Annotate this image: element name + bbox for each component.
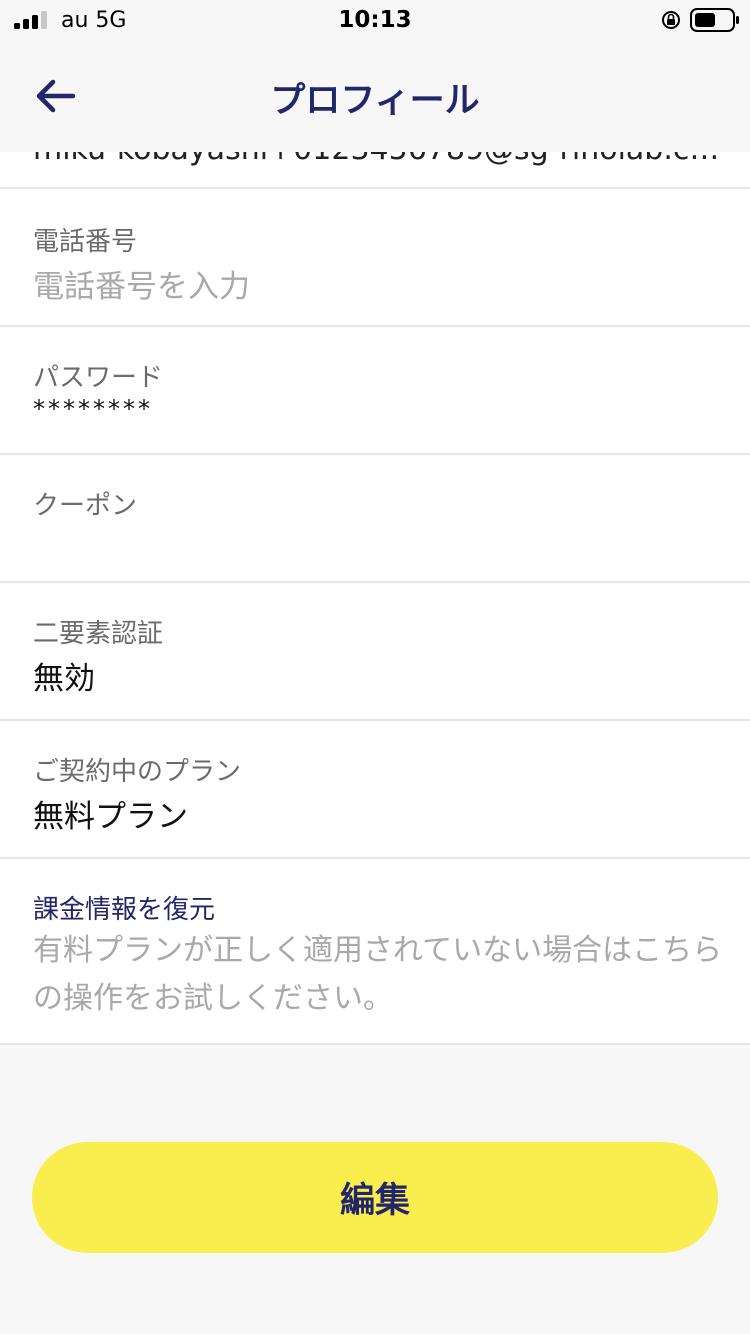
battery-icon [690, 8, 739, 32]
plan-value: 無料プラン [33, 799, 188, 835]
orientation-lock-icon [662, 11, 680, 29]
coupon-label: クーポン [33, 491, 138, 521]
phone-row[interactable]: 電話番号 電話番号を入力 [0, 189, 750, 327]
password-label: パスワード [33, 363, 164, 393]
plan-label: ご契約中のプラン [33, 757, 242, 787]
phone-label: 電話番号 [33, 227, 138, 257]
coupon-row[interactable]: クーポン [0, 455, 750, 583]
two-factor-value: 無効 [33, 661, 95, 697]
restore-purchase-link[interactable]: 課金情報を復元 [33, 889, 215, 926]
page-title: プロフィール [270, 81, 480, 121]
restore-row[interactable]: 課金情報を復元 有料プランが正しく適用されていない場合はこちらの操作をお試しくだ… [0, 859, 750, 1045]
edit-button[interactable]: 編集 [32, 1142, 718, 1253]
password-value: ******** [33, 395, 153, 423]
plan-row: ご契約中のプラン 無料プラン [0, 721, 750, 859]
clock: 10:13 [338, 7, 412, 33]
password-row[interactable]: パスワード ******** [0, 327, 750, 455]
phone-placeholder: 電話番号を入力 [33, 269, 250, 305]
two-factor-label: 二要素認証 [33, 619, 164, 649]
edit-button-label: 編集 [339, 1181, 410, 1221]
nav-bar: プロフィール [0, 40, 750, 152]
two-factor-row[interactable]: 二要素認証 無効 [0, 583, 750, 721]
profile-list: miku-kobayashi+0123456789@sg-rinolab.com… [0, 132, 750, 1045]
restore-description: 有料プランが正しく適用されていない場合はこちらの操作をお試しください。 [33, 933, 723, 1016]
status-bar: au 5G 10:13 [0, 0, 750, 40]
